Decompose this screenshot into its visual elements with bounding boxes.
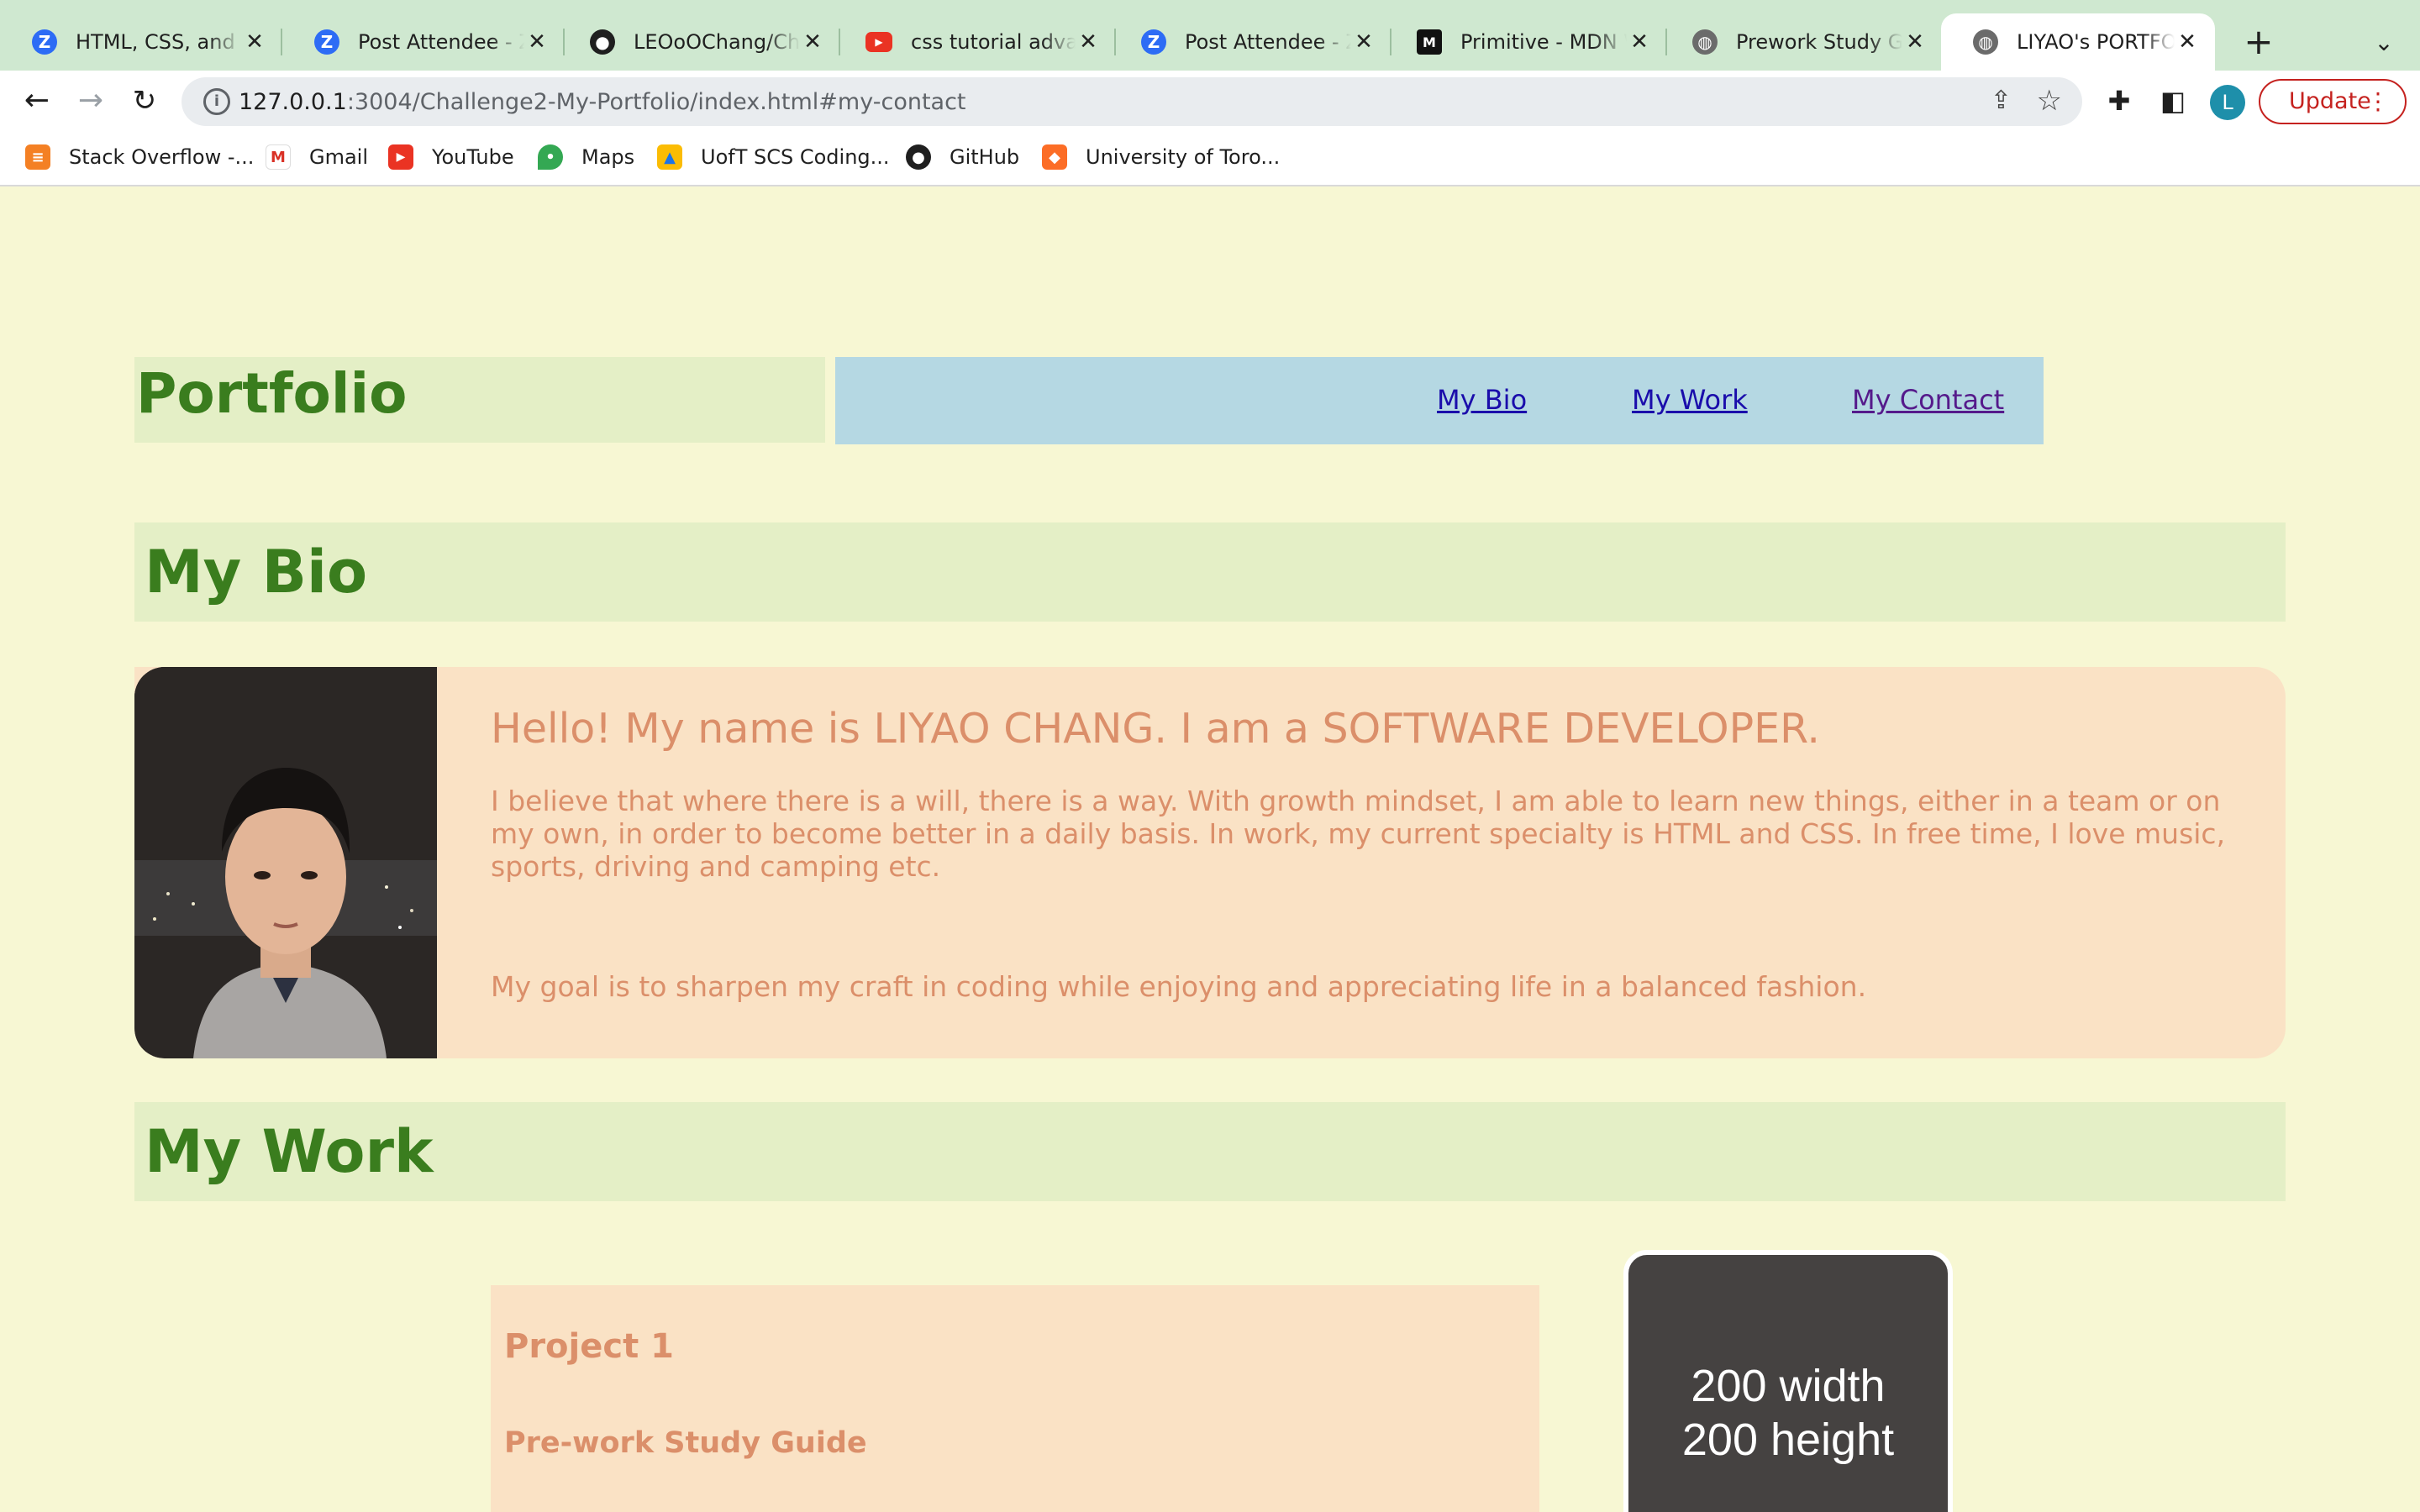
bookmark-maps[interactable]: • Maps xyxy=(538,144,634,170)
bookmark-github[interactable]: ● GitHub xyxy=(906,144,1019,170)
reload-icon[interactable]: ↻ xyxy=(121,77,168,124)
more-menu-icon[interactable]: ⋮ xyxy=(2366,81,2390,123)
bookmark-label: YouTube xyxy=(432,145,514,169)
bookmark-uoft-scs[interactable]: ▲ UofT SCS Coding... xyxy=(657,144,890,170)
chevron-down-icon[interactable]: ⌄ xyxy=(2363,22,2405,64)
zoom-icon: Z xyxy=(32,29,57,55)
github-icon: ● xyxy=(906,144,931,170)
bio-paragraph-1: I believe that where there is a will, th… xyxy=(491,785,2226,883)
share-icon[interactable]: ⇪ xyxy=(1991,86,2012,115)
extensions-icon[interactable]: ✚ xyxy=(2101,82,2138,119)
back-icon[interactable]: ← xyxy=(13,77,60,124)
github-icon: ● xyxy=(590,29,615,55)
tab-title: HTML, CSS, and Gi xyxy=(76,30,242,54)
globe-icon: ◍ xyxy=(1973,29,1998,55)
update-button[interactable]: Update ⋮ xyxy=(2259,79,2407,124)
project-subtitle: Pre-work Study Guide xyxy=(504,1426,867,1460)
tab-github-challenge[interactable]: ● LEOoOChang/Challenge ✕ xyxy=(558,13,840,71)
project-card[interactable]: Project 1 Pre-work Study Guide xyxy=(491,1285,1539,1512)
maps-icon: • xyxy=(538,144,563,170)
stackoverflow-icon: ≡ xyxy=(25,144,50,170)
site-title: Portfolio xyxy=(136,361,408,426)
bio-card: Hello! My name is LIYAO CHANG. I am a SO… xyxy=(134,667,2286,1058)
project-placeholder-image: 200 width 200 height xyxy=(1623,1250,1953,1512)
close-icon[interactable]: ✕ xyxy=(242,29,267,55)
tab-mdn-primitive[interactable]: M Primitive - MDN Web ✕ xyxy=(1385,13,1667,71)
placeholder-line-1: 200 width xyxy=(1691,1361,1886,1411)
bio-intro: Hello! My name is LIYAO CHANG. I am a SO… xyxy=(491,705,1820,753)
bookmark-star-icon[interactable]: ☆ xyxy=(2037,84,2062,118)
tab-title: Prework Study Guide xyxy=(1736,30,1902,54)
bookmark-label: Maps xyxy=(581,145,635,169)
drive-icon: ▲ xyxy=(657,144,682,170)
tab-portfolio-active[interactable]: ◍ LIYAO's PORTFOLIO ✕ xyxy=(1941,13,2215,71)
bookmark-label: UofT SCS Coding... xyxy=(701,145,890,169)
browser-toolbar: ← → ↻ i 127.0.0.1:3004/Challenge2-My-Por… xyxy=(0,71,2420,131)
bookmark-label: Gmail xyxy=(309,145,369,169)
tab-post-attendee-2[interactable]: Z Post Attendee - Zoom ✕ xyxy=(1109,13,1392,71)
close-icon[interactable]: ✕ xyxy=(1076,29,1101,55)
mdn-icon: M xyxy=(1417,29,1442,55)
nav-link-my-work[interactable]: My Work xyxy=(1632,384,1748,416)
close-icon[interactable]: ✕ xyxy=(524,29,550,55)
bookmark-university[interactable]: ◆ University of Toro... xyxy=(1042,144,1280,170)
close-icon[interactable]: ✕ xyxy=(1627,29,1652,55)
forward-icon[interactable]: → xyxy=(67,77,114,124)
gitlab-icon: ◆ xyxy=(1042,144,1067,170)
portrait-image xyxy=(134,667,437,1058)
close-icon[interactable]: ✕ xyxy=(800,29,825,55)
bookmark-label: University of Toro... xyxy=(1086,145,1281,169)
page-viewport: Portfolio My Bio My Work My Contact My B… xyxy=(0,186,2420,1512)
globe-icon: ◍ xyxy=(1692,29,1718,55)
new-tab-button[interactable]: + xyxy=(2235,18,2282,66)
profile-photo xyxy=(134,667,437,1058)
bookmark-gmail[interactable]: M Gmail xyxy=(266,144,368,170)
tab-title: LEOoOChang/Challenge xyxy=(634,30,800,54)
profile-avatar[interactable]: L xyxy=(2210,85,2245,120)
tab-css-tutorial[interactable]: ▶ css tutorial advanced ✕ xyxy=(834,13,1116,71)
zoom-icon: Z xyxy=(1141,29,1166,55)
close-icon[interactable]: ✕ xyxy=(1902,29,1928,55)
bookmarks-bar: ≡ Stack Overflow -... M Gmail ▶ YouTube … xyxy=(0,131,2420,186)
bookmark-label: GitHub xyxy=(950,145,1020,169)
close-icon[interactable]: ✕ xyxy=(2175,29,2200,55)
site-nav: My Bio My Work My Contact xyxy=(835,357,2044,444)
section-title-bio: My Bio xyxy=(145,538,368,606)
bookmark-label: Stack Overflow -... xyxy=(69,145,255,169)
tab-strip: Z HTML, CSS, and Gi ✕ Z Post Attendee - … xyxy=(0,0,2420,71)
nav-link-my-bio[interactable]: My Bio xyxy=(1437,384,1527,416)
tab-title: css tutorial advanced xyxy=(911,30,1076,54)
site-header-brand: Portfolio xyxy=(134,357,825,443)
address-bar[interactable]: i 127.0.0.1:3004/Challenge2-My-Portfolio… xyxy=(182,77,2082,126)
section-title-work: My Work xyxy=(145,1117,434,1186)
close-icon[interactable]: ✕ xyxy=(1351,29,1376,55)
bookmark-youtube[interactable]: ▶ YouTube xyxy=(388,144,514,170)
section-header-work: My Work xyxy=(134,1102,2286,1201)
tab-post-attendee[interactable]: Z Post Attendee - Zoom ✕ xyxy=(282,13,565,71)
bio-paragraph-2: My goal is to sharpen my craft in coding… xyxy=(491,970,1867,1003)
tab-title: Post Attendee - Zoom xyxy=(1185,30,1351,54)
tab-html-css[interactable]: Z HTML, CSS, and Gi ✕ xyxy=(0,13,282,71)
bio-text: Hello! My name is LIYAO CHANG. I am a SO… xyxy=(491,704,2264,1003)
section-header-bio: My Bio xyxy=(134,522,2286,622)
address-url[interactable]: 127.0.0.1:3004/Challenge2-My-Portfolio/i… xyxy=(239,89,966,115)
info-icon[interactable]: i xyxy=(203,88,230,115)
gmail-icon: M xyxy=(266,144,291,170)
youtube-icon: ▶ xyxy=(388,144,413,170)
zoom-icon: Z xyxy=(314,29,339,55)
tab-title: Primitive - MDN Web xyxy=(1460,30,1627,54)
placeholder-line-2: 200 height xyxy=(1681,1415,1895,1465)
tab-title: LIYAO's PORTFOLIO xyxy=(2017,30,2175,54)
bookmark-stack-overflow[interactable]: ≡ Stack Overflow -... xyxy=(25,144,254,170)
youtube-icon: ▶ xyxy=(865,32,892,52)
update-label: Update xyxy=(2289,88,2371,114)
side-panel-icon[interactable]: ◧ xyxy=(2154,82,2191,119)
tab-prework-guide[interactable]: ◍ Prework Study Guide ✕ xyxy=(1660,13,1943,71)
nav-link-my-contact[interactable]: My Contact xyxy=(1852,384,2004,416)
tab-title: Post Attendee - Zoom xyxy=(358,30,524,54)
project-title: Project 1 xyxy=(504,1327,674,1366)
